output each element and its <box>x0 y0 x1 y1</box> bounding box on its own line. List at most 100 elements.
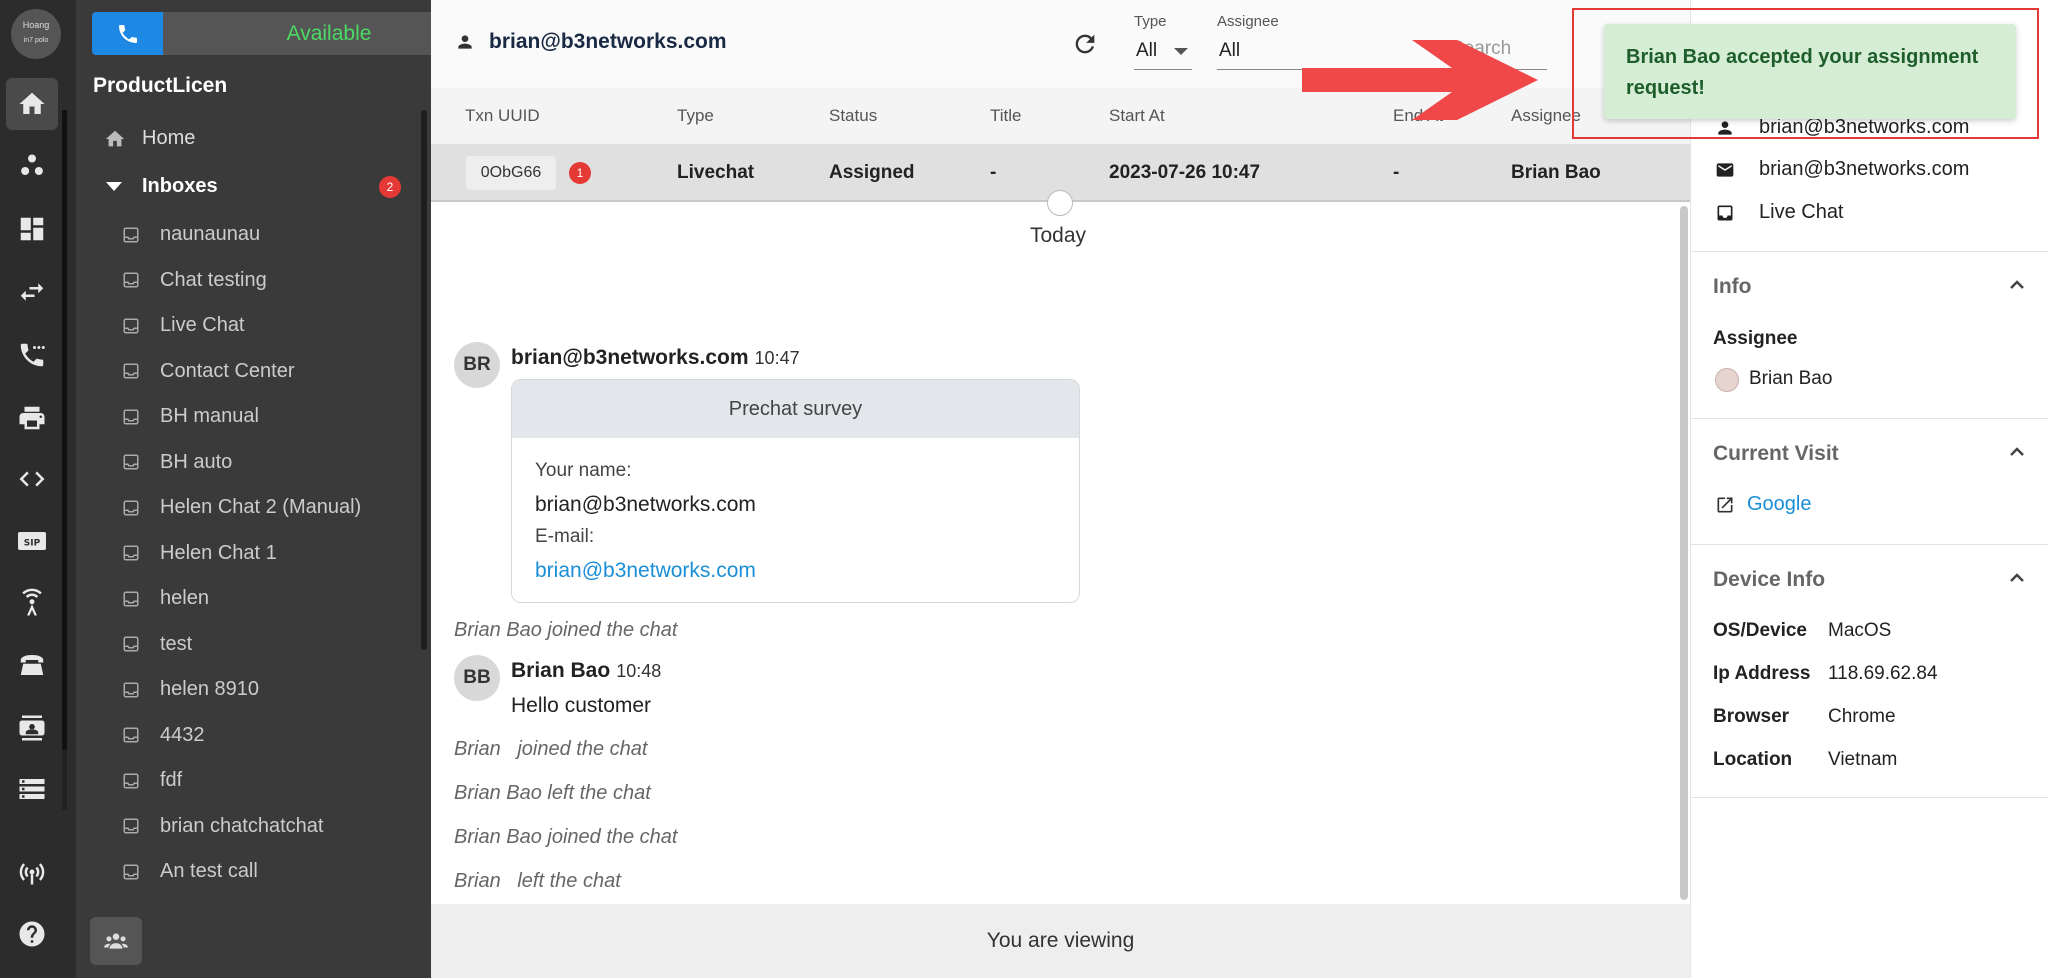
inbox-item[interactable]: An test call <box>122 849 361 895</box>
help-icon[interactable] <box>6 908 58 960</box>
column-header-status[interactable]: Status <box>829 106 877 126</box>
avatar-name: Hoang <box>22 20 50 30</box>
sip-icon[interactable]: SIP <box>6 515 58 567</box>
system-message: Brian Bao joined the chat <box>454 826 678 848</box>
device-info-section-title[interactable]: Device Info <box>1713 568 1825 592</box>
survey-name-label: Your name: <box>535 460 632 481</box>
chat-scrollbar[interactable] <box>1680 206 1688 900</box>
annotation-arrow-icon <box>1302 40 1538 120</box>
nav-home[interactable]: Home <box>104 127 195 150</box>
info-section-title[interactable]: Info <box>1713 275 1751 299</box>
dashboard-icon[interactable] <box>6 203 58 255</box>
message-text: Hello customer <box>511 694 652 717</box>
call-dialpad-icon[interactable] <box>6 329 58 381</box>
survey-email-link[interactable]: brian@b3networks.com <box>535 559 756 583</box>
resize-handle[interactable] <box>1047 190 1073 216</box>
contact-channel-row: Live Chat <box>1715 201 1844 224</box>
icon-rail: Hoang in7 polo SIP <box>0 0 76 978</box>
broadcast-icon[interactable] <box>6 846 58 898</box>
inbox-icon <box>123 727 139 743</box>
caret-down-icon <box>106 182 122 191</box>
people-group-icon[interactable] <box>6 140 58 192</box>
inbox-icon <box>123 773 139 789</box>
inbox-item-label: fdf <box>160 769 183 792</box>
message-time: 10:48 <box>616 661 662 681</box>
inbox-item-label: Chat testing <box>160 268 267 291</box>
inbox-item-label: helen <box>160 587 209 610</box>
inbox-icon <box>123 318 139 334</box>
row-status: Assigned <box>829 162 915 183</box>
system-message: Brian Bao left the chat <box>454 782 651 804</box>
svg-text:SIP: SIP <box>24 539 41 549</box>
inbox-item[interactable]: brian chatchatchat <box>122 804 361 850</box>
inbox-panel: Available ProductLicen Home Inboxes 2 na… <box>76 0 495 978</box>
inbox-item[interactable]: Live Chat <box>122 303 361 349</box>
column-header-start-at[interactable]: Start At <box>1109 106 1165 126</box>
contact-book-icon[interactable] <box>6 702 58 754</box>
divider <box>1691 544 2048 545</box>
system-message: Brian left the chat <box>454 870 621 892</box>
chevron-up-icon[interactable] <box>2008 276 2026 294</box>
user-avatar[interactable]: Hoang in7 polo <box>11 9 61 59</box>
org-name: ProductLicen <box>93 74 228 97</box>
inbox-item[interactable]: naunaunau <box>122 212 361 258</box>
inbox-icon <box>123 545 139 561</box>
team-button[interactable] <box>90 917 142 965</box>
txn-uuid-chip[interactable]: 0ObG66 <box>466 156 556 190</box>
inbox-item[interactable]: test <box>122 622 361 668</box>
assignee-filter-value: All <box>1219 40 1241 61</box>
inbox-item[interactable]: BH auto <box>122 440 361 486</box>
inbox-item-label: helen 8910 <box>160 678 259 701</box>
inbox-item[interactable]: Helen Chat 1 <box>122 531 361 577</box>
current-visit-section-title[interactable]: Current Visit <box>1713 442 1839 466</box>
assignee-avatar <box>1715 368 1739 392</box>
unread-badge: 1 <box>569 162 591 184</box>
survey-title: Prechat survey <box>512 380 1079 438</box>
inbox-item[interactable]: Helen Chat 2 (Manual) <box>122 485 361 531</box>
phone-button[interactable] <box>92 12 163 55</box>
inbox-icon <box>123 818 139 834</box>
column-header-type[interactable]: Type <box>677 106 714 126</box>
printer-icon[interactable] <box>6 392 58 444</box>
divider <box>1691 797 2048 798</box>
desk-phone-icon[interactable] <box>6 639 58 691</box>
inbox-item[interactable]: Contact Center <box>122 349 361 395</box>
survey-name-value: brian@b3networks.com <box>535 493 756 516</box>
inbox-icon <box>123 454 139 470</box>
inbox-icon <box>123 227 139 243</box>
assignee-label: Assignee <box>1713 328 1798 349</box>
column-header-title[interactable]: Title <box>990 106 1022 126</box>
inbox-item[interactable]: helen <box>122 576 361 622</box>
message-sender: Brian Bao 10:48 <box>511 659 661 683</box>
panel-scrollbar[interactable] <box>421 110 427 650</box>
device-key: Location <box>1713 749 1793 770</box>
inbox-item[interactable]: Chat testing <box>122 258 361 304</box>
code-icon[interactable] <box>6 453 58 505</box>
device-key: Browser <box>1713 706 1790 727</box>
refresh-icon <box>1075 34 1095 54</box>
home-icon[interactable] <box>6 78 58 130</box>
antenna-icon[interactable] <box>6 577 58 629</box>
inbox-item[interactable]: helen 8910 <box>122 667 361 713</box>
inbox-item-label: An test call <box>160 860 258 883</box>
person-icon <box>458 35 472 49</box>
storage-icon[interactable] <box>6 763 58 815</box>
sender-name: brian@b3networks.com <box>511 346 749 369</box>
type-filter-value: All <box>1136 40 1158 61</box>
message-sender: brian@b3networks.com 10:47 <box>511 346 800 370</box>
nav-inboxes[interactable]: Inboxes 2 <box>106 175 401 198</box>
column-header-uuid[interactable]: Txn UUID <box>465 106 540 126</box>
rail-scrollbar[interactable] <box>62 110 67 810</box>
type-filter-select[interactable]: All <box>1134 36 1192 70</box>
refresh-button[interactable] <box>1071 30 1099 58</box>
transfer-arrows-icon[interactable] <box>6 266 58 318</box>
chevron-up-icon[interactable] <box>2008 569 2026 587</box>
inbox-item[interactable]: BH manual <box>122 394 361 440</box>
inbox-item[interactable]: fdf <box>122 758 361 804</box>
visit-link[interactable]: Google <box>1747 493 1812 516</box>
chevron-up-icon[interactable] <box>2008 443 2026 461</box>
assignee-name: Brian Bao <box>1749 368 1833 389</box>
inbox-item[interactable]: 4432 <box>122 713 361 759</box>
sender-name: Brian Bao <box>511 659 611 682</box>
device-value: MacOS <box>1828 620 1892 641</box>
